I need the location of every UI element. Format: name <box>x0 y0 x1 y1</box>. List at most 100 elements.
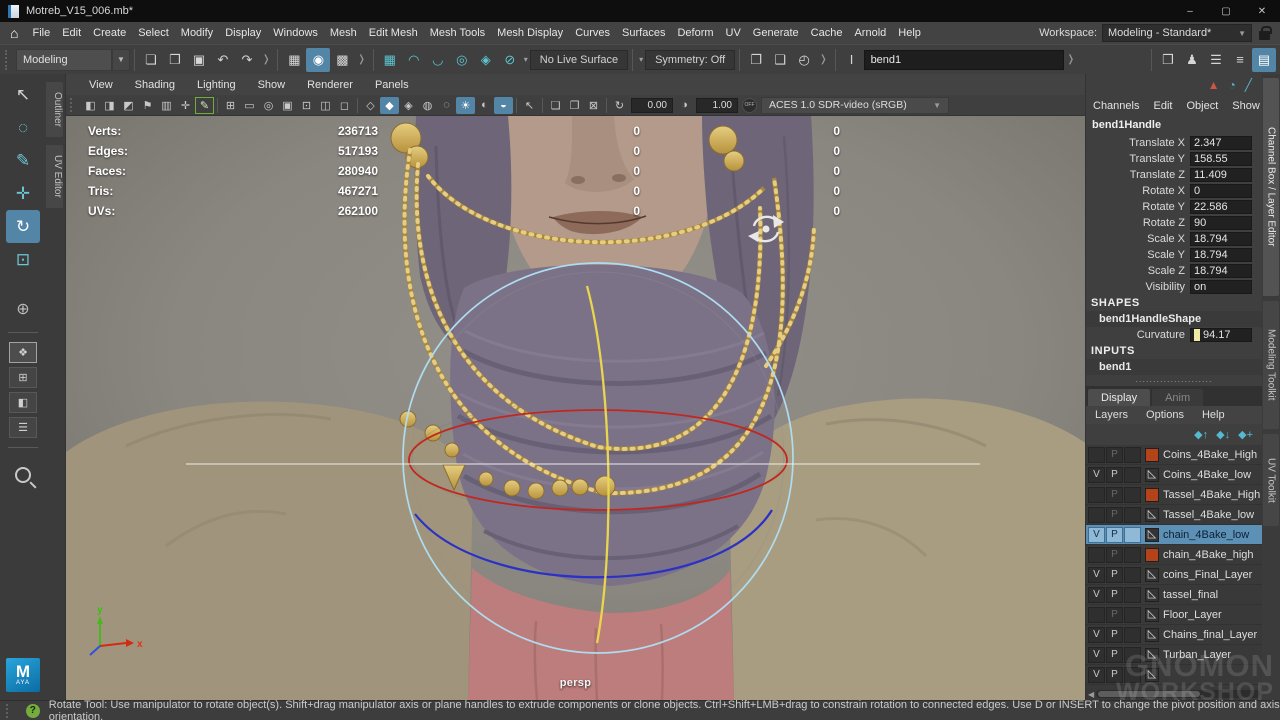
new-scene-button[interactable]: ❏ <box>139 48 163 72</box>
menu-set-arrow[interactable]: ▼ <box>112 49 130 71</box>
redo-button[interactable]: ↷ <box>235 48 259 72</box>
textured-button[interactable]: ◈ <box>399 97 418 114</box>
smooth-shade-button[interactable]: ◆ <box>380 97 399 114</box>
viewport-scene[interactable]: y x Verts:23671300 Edges:51719300 <box>66 116 1085 700</box>
menu-show[interactable]: Show <box>1225 100 1267 112</box>
selection-highlight-button[interactable]: ↖ <box>520 97 539 114</box>
menu-layers[interactable]: Layers <box>1086 409 1137 421</box>
layer-row[interactable]: VPChains_final_Layer <box>1086 625 1262 645</box>
lock-icon[interactable] <box>1259 31 1270 40</box>
menu-item[interactable]: Select <box>132 27 175 39</box>
visibility-toggle[interactable] <box>1088 447 1105 463</box>
menu-set-dropdown[interactable]: Modeling <box>16 49 112 71</box>
menu-item[interactable]: Cache <box>805 27 849 39</box>
visibility-toggle[interactable] <box>1088 507 1105 523</box>
visibility-toggle[interactable] <box>1088 547 1105 563</box>
menu-item[interactable]: Mesh <box>324 27 363 39</box>
grid-toggle-button[interactable]: ⊞ <box>221 97 240 114</box>
lock-camera-button[interactable]: ◨ <box>100 97 119 114</box>
curve-graph-icon[interactable]: ╱ <box>1245 78 1252 92</box>
four-pane-layout-button[interactable]: ⊞ <box>9 367 37 388</box>
menu-item[interactable]: Windows <box>267 27 324 39</box>
snap-to-view-planes-button[interactable]: ◈ <box>474 48 498 72</box>
speed-ramp-icon[interactable]: ◔ <box>1229 78 1236 92</box>
exposure-icon[interactable]: ↻ <box>610 97 629 114</box>
menu-item[interactable]: Deform <box>671 27 719 39</box>
menu-channels[interactable]: Channels <box>1086 100 1146 112</box>
channel-value-field[interactable]: 18.794 <box>1190 248 1252 262</box>
menu-item[interactable]: Curves <box>569 27 616 39</box>
maximize-button[interactable]: ▢ <box>1208 0 1244 22</box>
channel-value-field[interactable]: 11.409 <box>1190 168 1252 182</box>
layer-row[interactable]: PTassel_4Bake_High <box>1086 485 1262 505</box>
channel-box-layer-editor-button[interactable]: ▤ <box>1252 48 1276 72</box>
visibility-toggle[interactable]: V <box>1088 647 1105 663</box>
attribute-editor-button[interactable]: ❒ <box>1156 48 1180 72</box>
layer-type-icon[interactable] <box>1145 488 1159 502</box>
menu-help[interactable]: Help <box>1193 409 1234 421</box>
menu-item[interactable]: Modify <box>175 27 219 39</box>
exposure-field[interactable]: 0.00 <box>631 98 673 113</box>
display-type-toggle[interactable] <box>1124 647 1141 663</box>
camera-attributes-button[interactable]: ◩ <box>119 97 138 114</box>
layer-move-down-icon[interactable]: ◆↓ <box>1216 428 1230 441</box>
snap-to-curves-button[interactable]: ◠ <box>402 48 426 72</box>
snap-to-grids-button[interactable]: ▦ <box>378 48 402 72</box>
ambient-occlusion-button[interactable]: ◒ <box>494 97 513 114</box>
layer-type-icon[interactable] <box>1145 448 1159 462</box>
select-by-object-button[interactable]: ◉ <box>306 48 330 72</box>
render-redirect-out-button[interactable]: ❑ <box>768 48 792 72</box>
playback-toggle[interactable]: P <box>1106 487 1123 503</box>
playback-toggle[interactable]: P <box>1106 627 1123 643</box>
isolate-select-button[interactable]: ⊠ <box>584 97 603 114</box>
tab-uv-editor[interactable]: UV Editor <box>46 145 63 208</box>
quick-rename-input[interactable] <box>864 50 1064 70</box>
rgb-channels-icon[interactable]: ▲ <box>1208 78 1220 92</box>
modeling-toolkit-button[interactable]: ≡ <box>1228 48 1252 72</box>
menu-item[interactable]: UV <box>720 27 747 39</box>
layer-move-up-icon[interactable]: ◆↑ <box>1194 428 1208 441</box>
layer-row[interactable]: PCoins_4Bake_High <box>1086 445 1262 465</box>
lighting-button[interactable]: ☀ <box>456 97 475 114</box>
menu-object[interactable]: Object <box>1179 100 1225 112</box>
layer-add-icon[interactable]: ◆+ <box>1238 428 1253 441</box>
layer-type-icon[interactable] <box>1145 668 1159 682</box>
menu-item[interactable]: Generate <box>747 27 805 39</box>
default-material-button[interactable]: ◍ <box>418 97 437 114</box>
display-type-toggle[interactable] <box>1124 447 1141 463</box>
outliner-pane-layout-button[interactable]: ☰ <box>9 417 37 438</box>
tab-outliner[interactable]: Outliner <box>46 82 63 137</box>
panel-menu-item[interactable]: Shading <box>124 79 186 91</box>
layer-row[interactable]: PTassel_4Bake_low <box>1086 505 1262 525</box>
visibility-toggle[interactable]: V <box>1088 567 1105 583</box>
select-camera-button[interactable]: ◧ <box>81 97 100 114</box>
xray-active-button[interactable]: ❐ <box>565 97 584 114</box>
visibility-toggle[interactable]: V <box>1088 527 1105 543</box>
select-by-component-button[interactable]: ▩ <box>330 48 354 72</box>
playback-toggle[interactable]: P <box>1106 527 1123 543</box>
panel-menu-item[interactable]: Panels <box>364 79 420 91</box>
layer-type-icon[interactable] <box>1145 468 1159 482</box>
layer-row[interactable]: VPchain_4Bake_low <box>1086 525 1262 545</box>
tool-settings-button[interactable]: ♟ <box>1180 48 1204 72</box>
minimize-button[interactable]: – <box>1172 0 1208 22</box>
playback-toggle[interactable]: P <box>1106 587 1123 603</box>
select-tool-button[interactable]: ↖ <box>6 78 40 111</box>
chevron-down-icon[interactable]: ▾ <box>522 55 530 64</box>
pan-zoom-button[interactable]: ✛ <box>176 97 195 114</box>
save-scene-button[interactable]: ▣ <box>187 48 211 72</box>
wireframe-on-shaded-button[interactable]: ◌ <box>437 97 456 114</box>
input-line-mode-icon[interactable]: I <box>840 48 864 72</box>
chevron-down-icon[interactable]: ▾ <box>637 55 645 64</box>
group-collapse-icon[interactable]: ❭ <box>1064 54 1078 65</box>
menu-item[interactable]: File <box>26 27 56 39</box>
menu-item[interactable]: Edit <box>56 27 87 39</box>
grease-pencil-button[interactable]: ✎ <box>195 97 214 114</box>
playback-toggle[interactable]: P <box>1106 667 1123 683</box>
channel-value-field[interactable]: 2.347 <box>1190 136 1252 150</box>
move-tool-button[interactable]: ✛ <box>6 177 40 210</box>
playback-toggle[interactable]: P <box>1106 507 1123 523</box>
input-node-name[interactable]: bend1 <box>1086 359 1262 375</box>
playback-toggle[interactable]: P <box>1106 647 1123 663</box>
channel-value-field[interactable]: on <box>1190 280 1252 294</box>
